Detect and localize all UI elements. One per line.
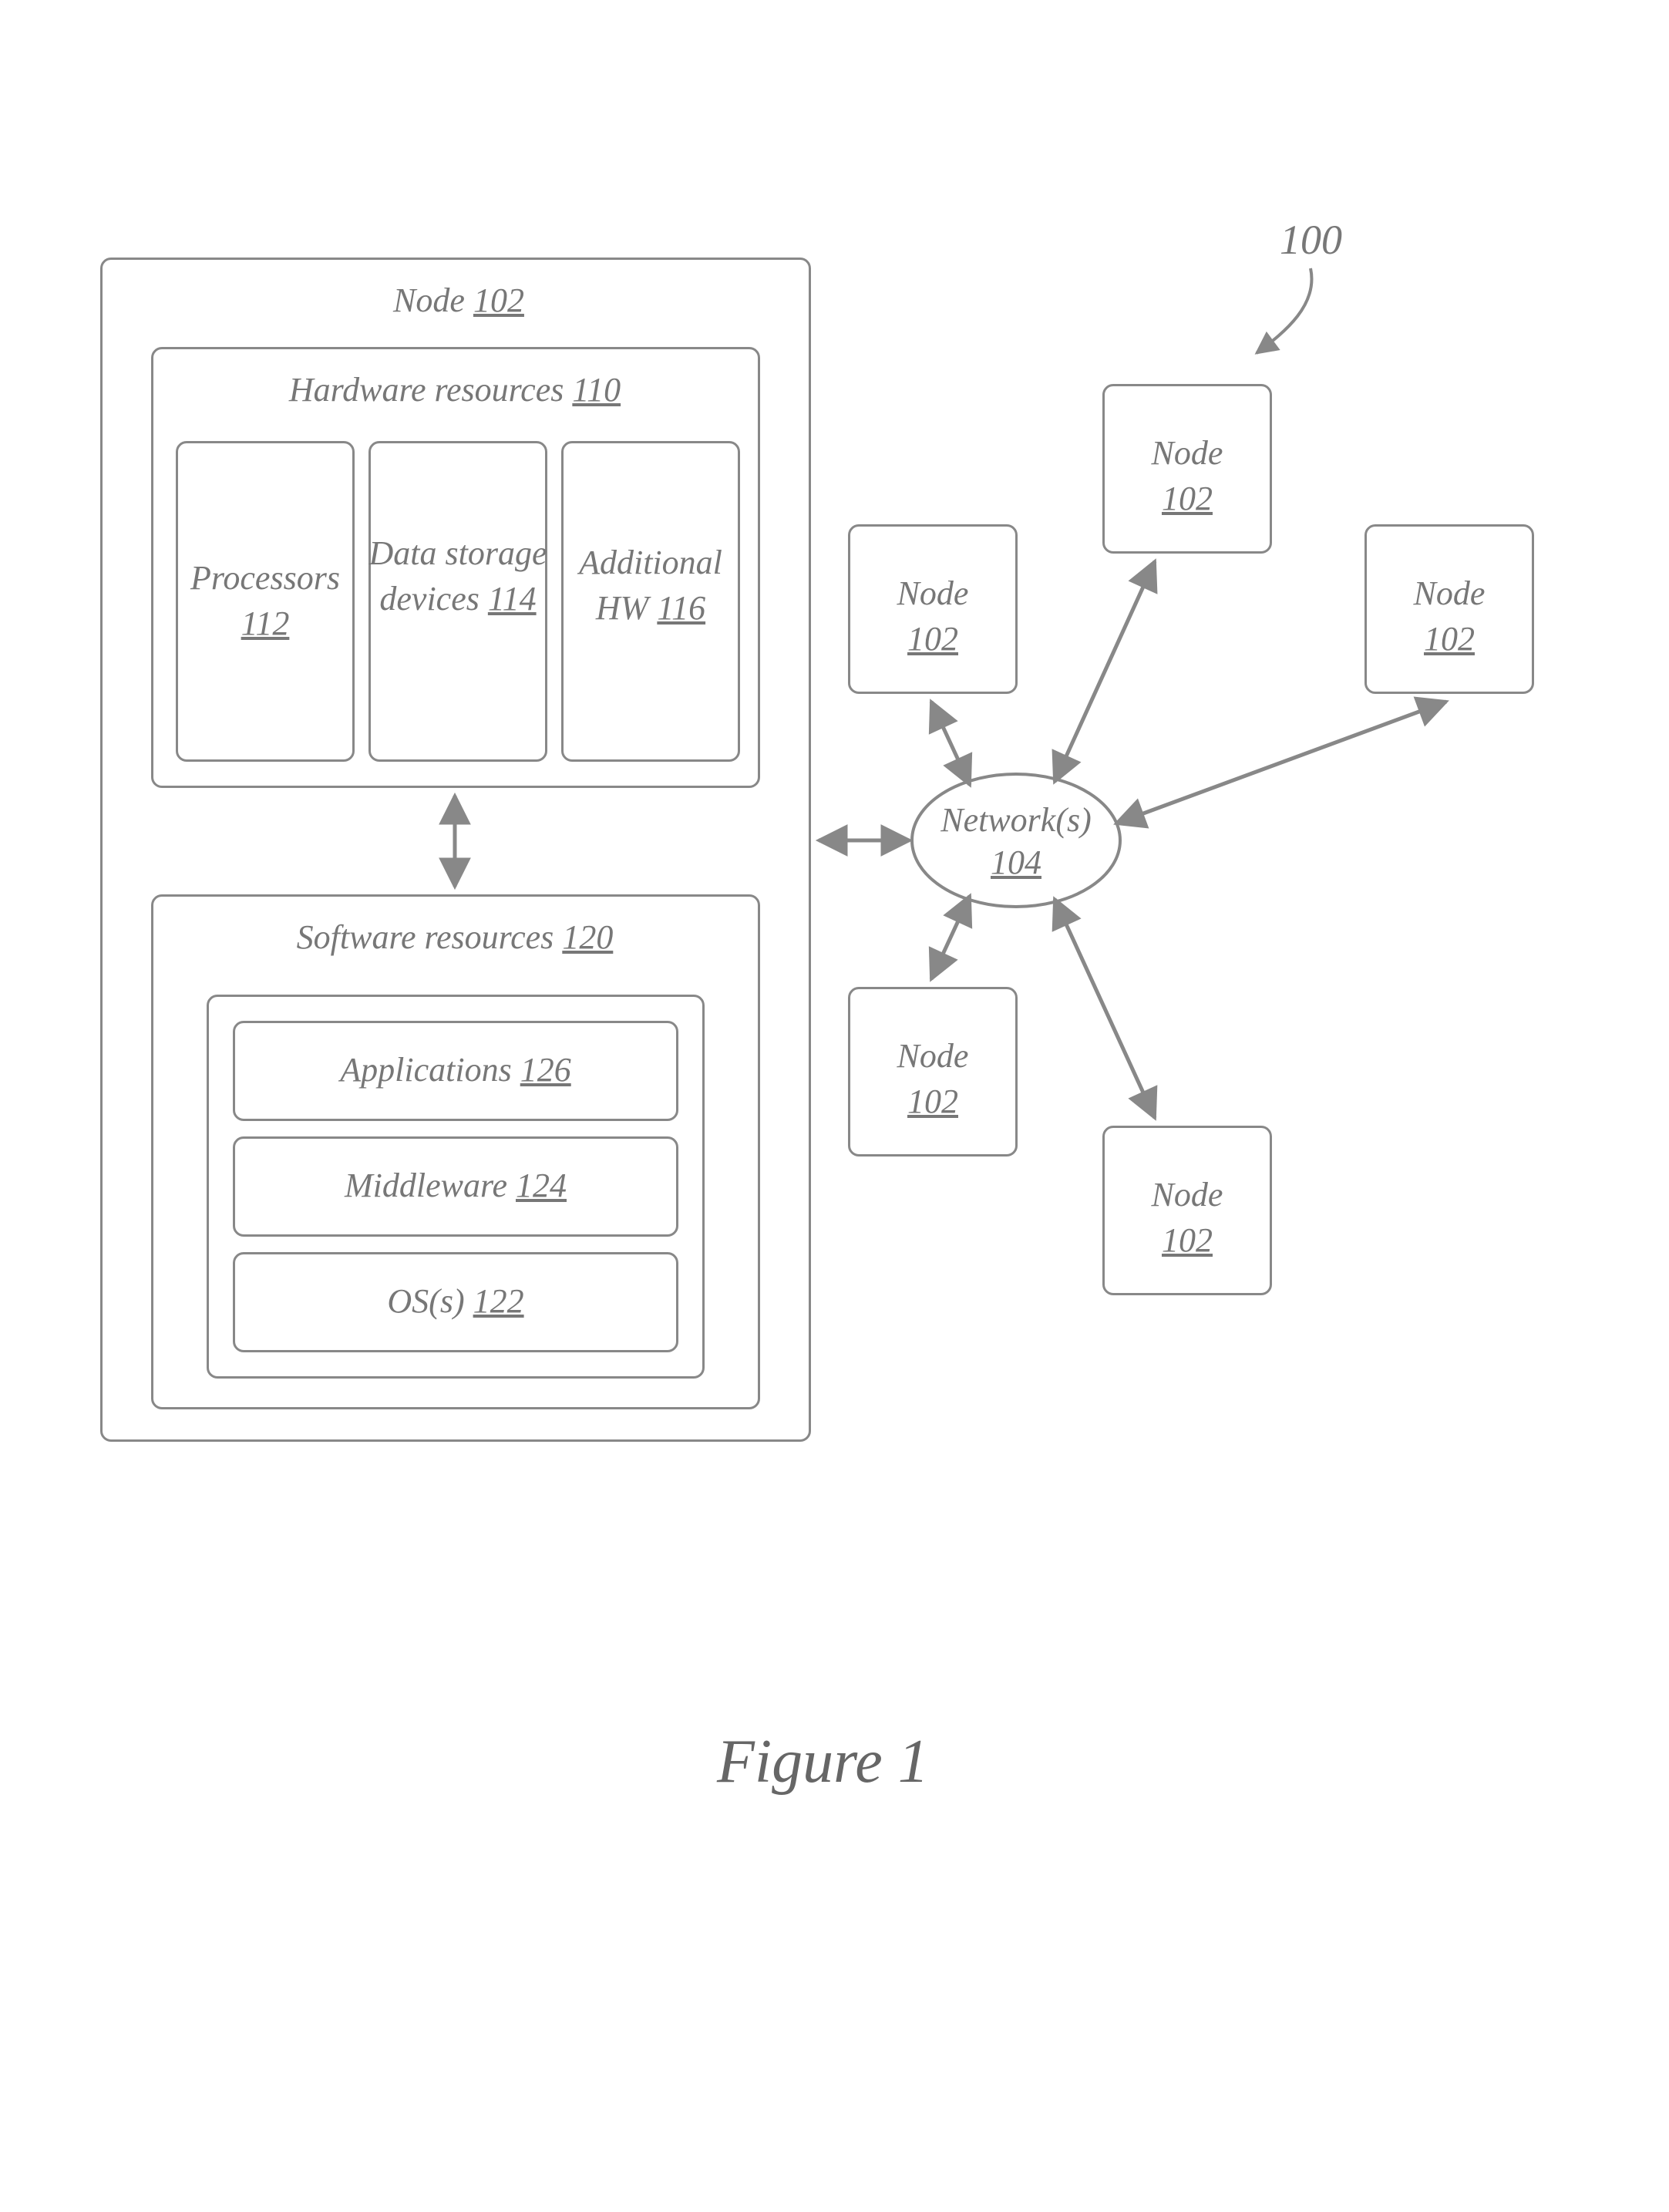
middleware-title: Middleware 124 [233, 1166, 678, 1205]
hardware-title: Hardware resources 110 [247, 370, 663, 409]
os-title: OS(s) 122 [233, 1281, 678, 1321]
periph-node-4-label: Node102 [1102, 1172, 1272, 1264]
processors-title: Processors 112 [176, 555, 355, 647]
periph-node-3-label: Node102 [1364, 571, 1534, 662]
data-storage-title: Data storage devices 114 [368, 530, 547, 622]
network-title: Network(s)104 [939, 799, 1093, 884]
periph-node-5-label: Node102 [848, 1033, 1018, 1125]
diagram-ref-label: 100 [1280, 216, 1342, 264]
main-node-title: Node 102 [370, 281, 547, 320]
applications-title: Applications 126 [233, 1050, 678, 1089]
additional-hw-title: Additional HW 116 [561, 540, 740, 631]
periph-node-2-label: Node102 [1102, 430, 1272, 522]
diagram-canvas: 100 Node 102 Hardware resources 110 Proc… [0, 0, 1669, 2212]
figure-caption: Figure 1 [717, 1727, 929, 1797]
periph-node-1-label: Node102 [848, 571, 1018, 662]
software-title: Software resources 120 [254, 917, 655, 957]
